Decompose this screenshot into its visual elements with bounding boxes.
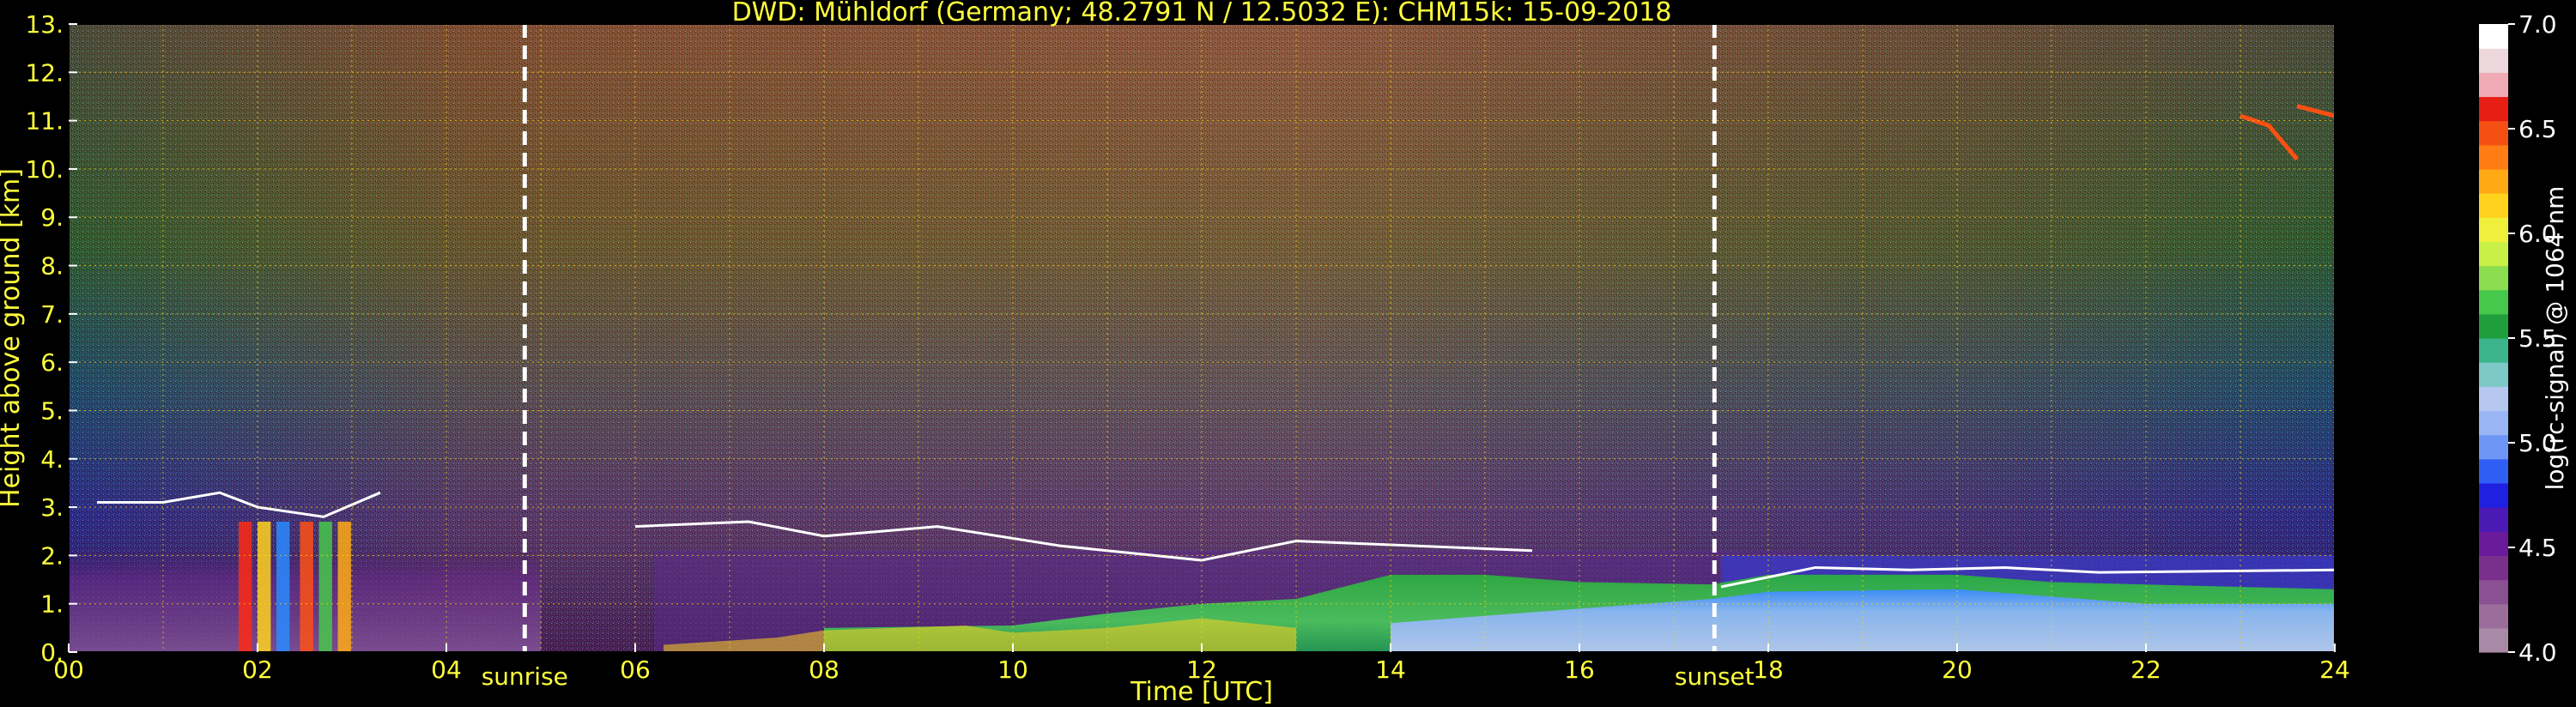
colorbar-cell [2479,410,2508,436]
colorbar-cell [2479,120,2508,146]
colorbar-cell [2479,531,2508,556]
colorbar-cell [2479,338,2508,363]
y-tick-label: 0. [40,638,64,667]
colorbar-cell [2479,96,2508,122]
x-tick-label: 20 [1942,656,1973,684]
colorbar-cell [2479,48,2508,73]
y-tick-label: 4. [40,445,64,474]
colorbar-cell [2479,24,2508,49]
x-tick-label: 08 [809,656,839,684]
x-tick-label: 06 [620,656,651,684]
x-tick-label: 14 [1375,656,1406,684]
y-tick-label: 6. [40,348,64,377]
colorbar-cell [2479,386,2508,412]
precip-streak-3 [276,521,290,652]
colorbar: 4.04.55.05.56.06.57.0 log(rc-signal) @ 1… [2479,10,2569,667]
precip-streak-4 [300,521,313,652]
x-axis-label: Time [UTC] [1130,677,1273,707]
y-tick-label: 5. [40,396,64,425]
colorbar-cell [2479,265,2508,291]
y-tick-label: 7. [40,300,64,329]
colorbar-cell [2479,458,2508,484]
colorbar-cell [2479,144,2508,170]
colorbar-cell [2479,603,2508,629]
colorbar-cell [2479,434,2508,460]
sunrise-label: sunrise [482,662,568,691]
x-tick-label: 10 [997,656,1028,684]
y-tick-label: 3. [40,493,64,522]
colorbar-cell [2479,555,2508,581]
x-tick-label: 22 [2131,656,2161,684]
colorbar-cell [2479,72,2508,98]
colorbar-cell [2479,627,2508,653]
y-tick-label: 11. [25,107,64,136]
colorbar-cell [2479,482,2508,508]
plot-area: sunrise sunset [68,23,2336,691]
x-tick-label: 04 [431,656,462,684]
colorbar-cell [2479,289,2508,315]
y-tick-label: 10. [25,155,64,184]
colorbar-cell [2479,362,2508,387]
precip-streak-1 [239,521,252,652]
colorbar-cell [2479,579,2508,605]
colorbar-cells [2479,24,2508,653]
colorbar-cell [2479,217,2508,242]
chart-title: DWD: Mühldorf (Germany; 48.2791 N / 12.5… [732,0,1672,27]
colorbar-cell [2479,241,2508,267]
y-tick-label: 1. [40,590,64,619]
ceilometer-chart: sunrise sunset 00 02 04 06 08 10 12 14 16 18 20 22 24… [0,0,2569,707]
y-axis-label: Height above ground [km] [0,168,26,508]
y-tick-label: 8. [40,252,64,281]
y-tick-label: 2. [40,541,64,570]
colorbar-cell [2479,193,2508,218]
y-tick-label: 9. [40,203,64,232]
colorbar-cell [2479,313,2508,339]
colorbar-tick-label: 4.0 [2518,638,2557,667]
x-tick-label: 16 [1564,656,1595,684]
colorbar-tick-label: 6.5 [2518,115,2557,143]
x-tick-label: 18 [1753,656,1784,684]
precip-streak-5 [318,521,332,652]
sunset-label: sunset [1675,662,1755,691]
precip-streak-2 [258,521,271,652]
x-tick-label: 02 [242,656,273,684]
y-tick-label: 12. [25,58,64,87]
precip-streak-6 [337,521,351,652]
colorbar-cell [2479,507,2508,532]
colorbar-cell [2479,168,2508,194]
colorbar-label: log(rc-signal) @ 1064 nm [2541,186,2569,491]
x-tick-label: 24 [2319,656,2350,684]
y-tick-label: 13. [25,10,64,39]
colorbar-tick-label: 4.5 [2518,534,2557,562]
colorbar-tick-label: 7.0 [2518,10,2557,39]
